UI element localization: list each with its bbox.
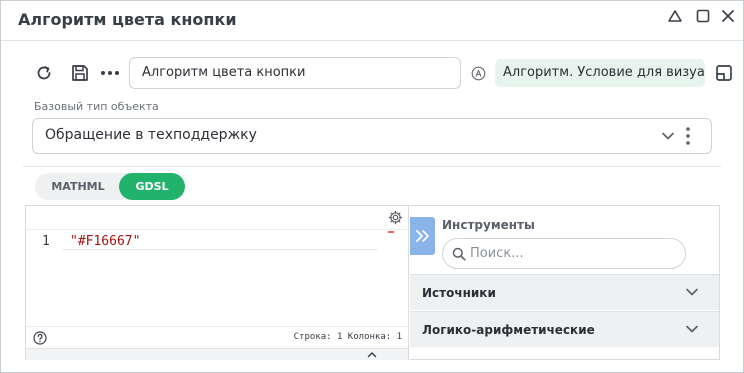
base-type-select[interactable]: Обращение в техподдержку bbox=[32, 118, 712, 154]
base-type-label: Базовый тип объекта bbox=[34, 100, 159, 113]
search-placeholder: Поиск... bbox=[470, 246, 524, 261]
code-editor[interactable]: 1 "#F16667" Строка: 1 Колонка: 1 bbox=[25, 205, 409, 360]
tools-title: Инструменты bbox=[442, 218, 535, 232]
section-label: Логико-арифметические bbox=[422, 323, 595, 337]
section-label: Источники bbox=[422, 286, 496, 300]
toggle-tools-button[interactable] bbox=[410, 217, 435, 255]
window-title: Алгоритм цвета кнопки bbox=[18, 10, 237, 29]
chevron-down-icon bbox=[686, 325, 698, 333]
save-button[interactable] bbox=[69, 62, 91, 84]
refresh-icon bbox=[37, 66, 51, 80]
expand-panel-bar[interactable] bbox=[26, 348, 408, 360]
letter-a-circle-icon bbox=[471, 66, 485, 80]
syntax-tabs: MATHML GDSL bbox=[35, 173, 185, 200]
section-logic-arithmetic[interactable]: Логико-арифметические bbox=[410, 311, 719, 347]
algorithm-type-chip[interactable]: Алгоритм. Условие для визуала bbox=[495, 59, 705, 87]
collapse-window-button[interactable] bbox=[666, 7, 684, 25]
code-line[interactable]: "#F16667" bbox=[70, 234, 140, 249]
close-window-button[interactable] bbox=[719, 7, 737, 25]
more-actions-button[interactable] bbox=[99, 65, 121, 81]
panel-layout-icon bbox=[716, 65, 732, 81]
tab-gdsl[interactable]: GDSL bbox=[119, 173, 185, 200]
tools-search-input[interactable]: Поиск... bbox=[442, 238, 686, 269]
auto-indicator[interactable] bbox=[470, 65, 486, 81]
chevron-up-icon bbox=[367, 351, 377, 358]
editor-status-bar: Строка: 1 Колонка: 1 bbox=[26, 326, 408, 348]
algorithm-name-input[interactable]: Алгоритм цвета кнопки bbox=[129, 57, 461, 89]
error-marker bbox=[388, 231, 394, 233]
chevron-down-icon bbox=[686, 288, 698, 296]
base-type-value: Обращение в техподдержку bbox=[45, 127, 257, 143]
layout-toggle-button[interactable] bbox=[714, 63, 734, 83]
save-icon bbox=[72, 65, 88, 81]
title-bar: Алгоритм цвета кнопки bbox=[1, 1, 743, 41]
triangle-icon bbox=[668, 10, 682, 22]
more-vertical-icon bbox=[686, 127, 690, 145]
section-sources[interactable]: Источники bbox=[410, 274, 719, 310]
more-horizontal-icon bbox=[101, 71, 119, 75]
cursor-position: Строка: 1 Колонка: 1 bbox=[293, 332, 402, 342]
editor-header bbox=[26, 206, 408, 230]
refresh-button[interactable] bbox=[34, 63, 54, 83]
help-icon[interactable] bbox=[33, 331, 47, 345]
tab-mathml[interactable]: MATHML bbox=[41, 173, 115, 200]
maximize-window-button[interactable] bbox=[694, 7, 712, 25]
double-chevron-right-icon bbox=[415, 230, 429, 242]
search-icon bbox=[452, 247, 466, 261]
square-icon bbox=[696, 9, 710, 23]
dialog-window: Алгоритм цвета кнопки Алгоритм цвета кно… bbox=[0, 0, 744, 373]
select-options-button[interactable] bbox=[685, 126, 697, 146]
tools-panel: Инструменты Поиск... Источники Логико-ар… bbox=[410, 205, 720, 360]
line-number: 1 bbox=[42, 234, 50, 249]
close-icon bbox=[722, 10, 734, 22]
divider bbox=[23, 166, 721, 167]
chevron-down-icon bbox=[662, 132, 674, 140]
gear-icon[interactable] bbox=[388, 210, 403, 225]
